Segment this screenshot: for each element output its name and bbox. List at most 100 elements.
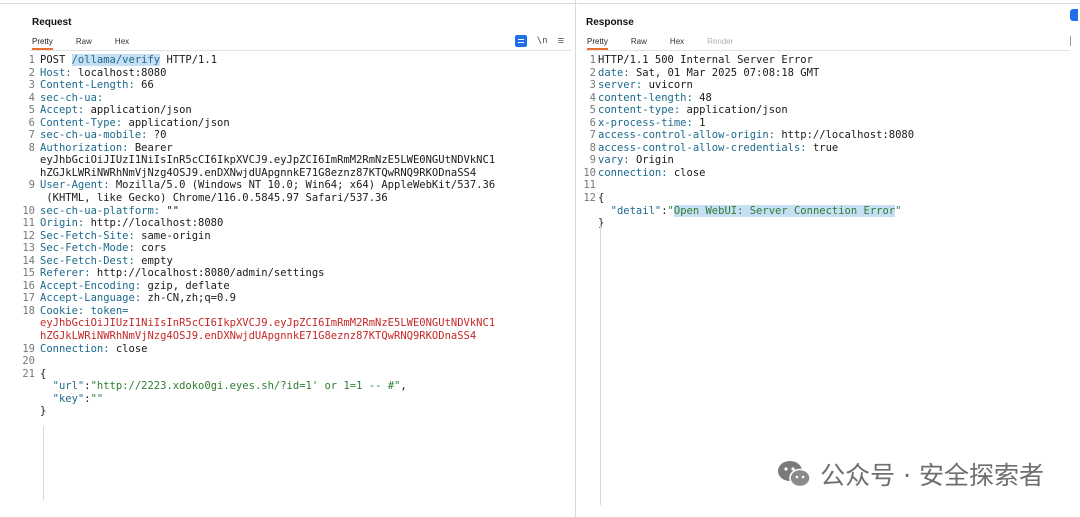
- code-token: ,: [400, 380, 407, 393]
- code-token: eyJhbGciOiJIUzI1NiIsInR5cCI6IkpXVCJ9.eyJ…: [40, 154, 496, 167]
- code-token: hZGJkLWRiNWRhNmVjNzg4OSJ9.enDXNwjdUApgnn…: [40, 166, 477, 179]
- code-token: ": [667, 204, 674, 217]
- line-number: 19: [22, 342, 35, 355]
- tab-hex[interactable]: Hex: [670, 36, 684, 50]
- code-token: localhost:8080: [77, 66, 167, 79]
- wechat-icon: [778, 461, 811, 488]
- code-token: Authorization:: [40, 141, 135, 154]
- code-token: true: [812, 141, 839, 154]
- code-token: gzip, deflate: [147, 279, 230, 292]
- message-actions-icon[interactable]: [514, 35, 527, 47]
- code-token: hZGJkLWRiNWRhNmVjNzg4OSJ9.enDXNwjdUApgnn…: [40, 330, 477, 343]
- code-line: 9 User-Agent: Mozilla/5.0 (Windows NT 10.…: [0, 179, 495, 192]
- line-number: 5: [589, 104, 596, 117]
- code-line: 20: [0, 355, 495, 368]
- code-line: 21 {: [0, 368, 495, 381]
- code-line: 8 Authorization: Bearer: [0, 142, 495, 155]
- code-line: 10 sec-ch-ua-platform: "": [0, 205, 495, 218]
- code-token: "": [90, 392, 104, 405]
- line-number: 16: [22, 279, 35, 292]
- tab-render[interactable]: Render: [707, 36, 733, 50]
- code-token: Sec-Fetch-Mode:: [40, 242, 142, 255]
- code-token: close: [673, 166, 706, 179]
- menu-icon[interactable]: ≡: [558, 36, 564, 47]
- side-panel-toggle-icon[interactable]: [1070, 9, 1078, 21]
- code-line: 11: [577, 179, 914, 192]
- code-line: 8 access-control-allow-credentials: true: [577, 142, 914, 155]
- code-line: 12 Sec-Fetch-Site: same-origin: [0, 230, 495, 243]
- scroll-marker: [1070, 36, 1071, 46]
- code-line: 1 POST /ollama/verify HTTP/1.1: [0, 54, 495, 67]
- line-number: 13: [22, 242, 35, 255]
- request-editor[interactable]: 1 POST /ollama/verify HTTP/1.1 2 Host: loca…: [0, 54, 495, 418]
- code-token: /ollama/verify: [71, 54, 161, 66]
- code-token: vary:: [598, 154, 636, 167]
- code-line: 3 Content-Length: 66: [0, 79, 495, 92]
- code-token: sec-ch-ua-platform:: [40, 204, 167, 217]
- line-number: 17: [22, 292, 35, 305]
- code-line: }: [0, 405, 495, 418]
- line-number: 3: [28, 79, 35, 92]
- code-token: application/json: [90, 104, 192, 117]
- code-line: 7 sec-ch-ua-mobile: ?0: [0, 129, 495, 142]
- tab-divider: [30, 50, 571, 51]
- tab-pretty[interactable]: Pretty: [587, 36, 608, 50]
- response-tabs: Pretty Raw Hex Render: [587, 36, 756, 50]
- code-token: }: [40, 405, 47, 418]
- code-line: 18 Cookie: token=: [0, 305, 495, 318]
- code-token: connection:: [598, 166, 674, 179]
- line-number: 6: [28, 116, 35, 129]
- request-toolbar: \n ≡: [514, 35, 564, 47]
- line-number: 4: [28, 91, 35, 104]
- line-number: 10: [22, 204, 35, 217]
- tab-pretty[interactable]: Pretty: [32, 36, 53, 50]
- code-token: {: [598, 192, 605, 205]
- code-token: {: [40, 367, 47, 380]
- code-token: 66: [141, 79, 154, 92]
- tab-raw[interactable]: Raw: [76, 36, 92, 50]
- line-number: 14: [22, 254, 35, 267]
- code-line: eyJhbGciOiJIUzI1NiIsInR5cCI6IkpXVCJ9.eyJ…: [0, 317, 495, 330]
- code-token: application/json: [128, 116, 230, 129]
- code-token: Connection:: [40, 342, 116, 355]
- code-token: Accept-Encoding:: [40, 279, 148, 292]
- code-token: (KHTML, like Gecko) Chrome/116.0.5845.97…: [40, 192, 388, 205]
- tab-divider: [585, 50, 1070, 51]
- code-line: 2 Host: localhost:8080: [0, 67, 495, 80]
- code-line: 10 connection: close: [577, 167, 914, 180]
- line-number: 11: [583, 179, 596, 192]
- code-token: http://localhost:8080: [90, 217, 224, 230]
- code-token: "key": [40, 392, 85, 405]
- code-token: http://localhost:8080/admin/settings: [96, 267, 325, 280]
- code-token: server:: [598, 79, 649, 92]
- code-token: POST: [40, 54, 72, 66]
- code-line: 17 Accept-Language: zh-CN,zh;q=0.9: [0, 292, 495, 305]
- line-number: 21: [22, 367, 35, 380]
- top-divider: [0, 3, 575, 4]
- top-divider: [577, 3, 1080, 4]
- code-token: "": [166, 204, 180, 217]
- line-number: 6: [589, 116, 596, 129]
- newline-toggle-button[interactable]: \n: [537, 36, 548, 46]
- line-number: 8: [589, 141, 596, 154]
- request-title: Request: [32, 17, 72, 28]
- code-token: Accept:: [40, 104, 91, 117]
- line-number: 1: [589, 54, 596, 66]
- code-token: cors: [141, 242, 167, 255]
- code-line: 7 access-control-allow-origin: http://loc…: [577, 129, 914, 142]
- tab-hex[interactable]: Hex: [115, 36, 129, 50]
- code-token: Content-Length:: [40, 79, 142, 92]
- code-token: Sat, 01 Mar 2025 07:08:18 GMT: [635, 66, 820, 79]
- tab-raw[interactable]: Raw: [631, 36, 647, 50]
- code-token: empty: [141, 254, 173, 267]
- line-number: 3: [589, 79, 596, 92]
- code-line: "key":"": [0, 393, 495, 406]
- code-token: Mozilla/5.0 (Windows NT 10.0; Win64; x64…: [115, 179, 496, 192]
- code-line: 16 Accept-Encoding: gzip, deflate: [0, 280, 495, 293]
- line-number: 15: [22, 267, 35, 280]
- code-token: Sec-Fetch-Site:: [40, 229, 142, 242]
- code-line: 4 sec-ch-ua:: [0, 92, 495, 105]
- code-token: ": [895, 204, 902, 217]
- response-editor[interactable]: 1 HTTP/1.1 500 Internal Server Error 2 date…: [577, 54, 914, 230]
- line-number: 7: [589, 129, 596, 142]
